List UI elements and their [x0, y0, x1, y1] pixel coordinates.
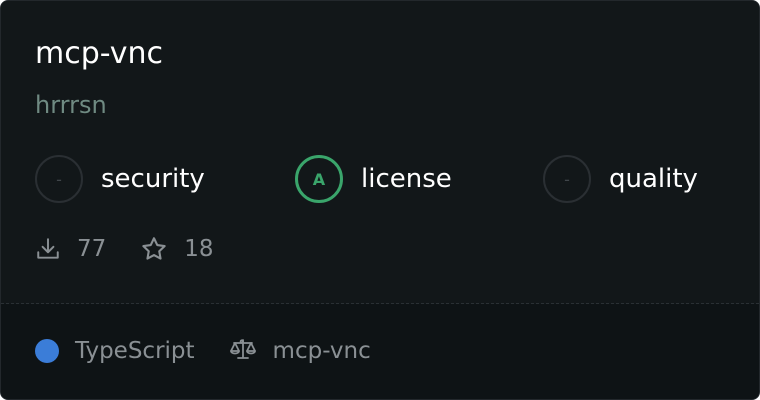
quality-grade-badge: -	[543, 155, 591, 203]
downloads-count: 77	[77, 236, 107, 262]
stars-count: 18	[184, 236, 214, 262]
license-info: mcp-vnc	[229, 337, 371, 365]
card-top-section: mcp-vnc hrrrsn - security A license - qu…	[1, 1, 759, 303]
package-stats: 77 18	[35, 231, 248, 267]
language-color-dot	[35, 339, 59, 363]
package-card[interactable]: mcp-vnc hrrrsn - security A license - qu…	[0, 0, 760, 400]
license-name: mcp-vnc	[272, 338, 371, 364]
downloads-stat: 77	[35, 236, 106, 262]
scale-icon	[229, 337, 257, 365]
quality-score[interactable]: - quality	[543, 155, 698, 203]
security-label: security	[101, 164, 205, 194]
security-grade-badge: -	[35, 155, 83, 203]
package-author[interactable]: hrrrsn	[35, 89, 107, 121]
star-icon	[140, 235, 168, 263]
quality-label: quality	[609, 164, 698, 194]
license-label: license	[361, 164, 452, 194]
language-name: TypeScript	[75, 338, 195, 364]
download-icon	[35, 236, 61, 262]
package-name[interactable]: mcp-vnc	[35, 35, 163, 73]
license-score[interactable]: A license	[295, 155, 452, 203]
security-score[interactable]: - security	[35, 155, 205, 203]
license-grade-badge: A	[295, 155, 343, 203]
card-footer: TypeScript mcp-vnc	[35, 335, 371, 367]
stars-stat: 18	[140, 235, 214, 263]
